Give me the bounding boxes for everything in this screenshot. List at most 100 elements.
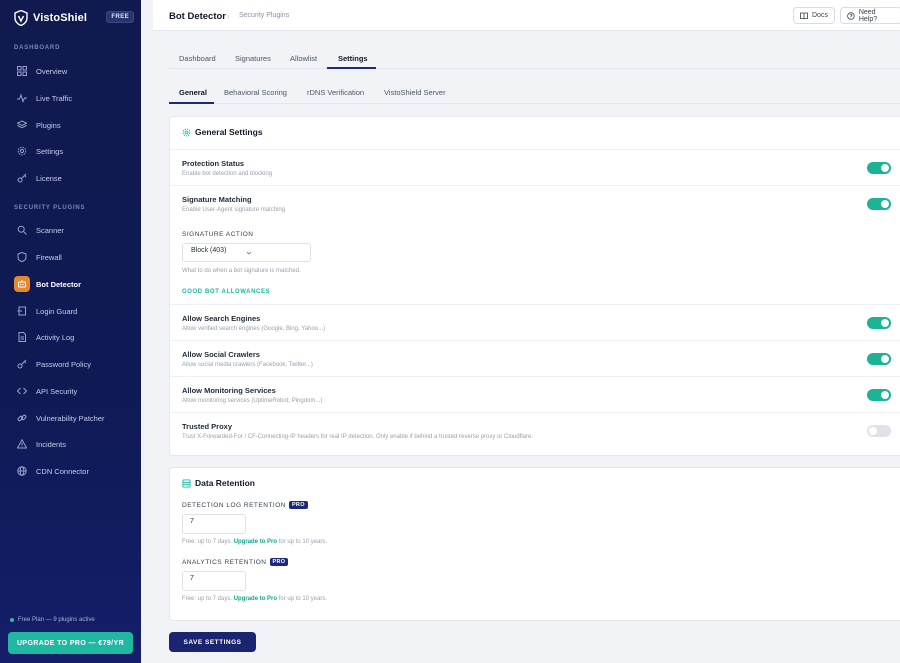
sidebar-item-login-guard[interactable]: Login Guard xyxy=(14,302,134,320)
pro-badge: PRO xyxy=(269,558,289,566)
tab-settings[interactable]: Settings xyxy=(338,54,368,63)
sidebar-item-overview[interactable]: Overview xyxy=(14,62,134,80)
docs-button[interactable]: Docs xyxy=(793,7,835,24)
general-settings-card: General Settings Protection Status Enabl… xyxy=(169,116,900,456)
plan-status-text: Free Plan — 9 plugins active xyxy=(18,617,95,623)
signature-matching-toggle[interactable] xyxy=(867,198,891,210)
setting-allow-social-crawlers: Allow Social Crawlers Allow social media… xyxy=(170,340,900,376)
signature-action-hint: What to do when a bot signature is match… xyxy=(182,268,301,274)
sidebar: VistoShiel FREE DASHBOARD Overview Live … xyxy=(0,0,141,663)
sidebar-item-live-traffic[interactable]: Live Traffic xyxy=(14,89,134,107)
sidebar-item-cdn-connector[interactable]: CDN Connector xyxy=(14,462,134,480)
subtab-behavioral-scoring[interactable]: Behavioral Scoring xyxy=(224,88,287,97)
setting-signature-matching: Signature Matching Enable User-Agent sig… xyxy=(170,185,900,221)
analytics-retention-label: ANALYTICS RETENTION PRO xyxy=(182,558,289,566)
search-icon xyxy=(14,222,30,238)
brand[interactable]: VistoShiel FREE xyxy=(14,9,134,27)
sidebar-item-firewall[interactable]: Firewall xyxy=(14,248,134,266)
sidebar-item-label: Password Policy xyxy=(36,359,92,369)
upgrade-link[interactable]: Upgrade to Pro xyxy=(234,539,277,545)
setting-label: Trusted Proxy xyxy=(182,422,233,431)
database-icon xyxy=(182,478,191,488)
data-retention-card: Data Retention DETECTION LOG RETENTION P… xyxy=(169,467,900,621)
card-title-text: General Settings xyxy=(195,127,263,137)
upgrade-button[interactable]: UPGRADE TO PRO — €79/YR xyxy=(8,632,133,654)
setting-description: Allow monitoring services (UptimeRobot, … xyxy=(182,398,323,404)
detection-retention-hint: Free: up to 7 days. Upgrade to Pro for u… xyxy=(182,539,327,545)
setting-trusted-proxy: Trusted Proxy Trust X-Forwarded-For / CF… xyxy=(170,412,900,456)
tab-dashboard[interactable]: Dashboard xyxy=(179,54,216,63)
sidebar-item-label: License xyxy=(36,173,62,183)
layers-icon xyxy=(14,117,30,133)
sidebar-item-label: Activity Log xyxy=(36,332,75,342)
help-circle-icon xyxy=(847,11,855,20)
grid-icon xyxy=(14,63,30,79)
plan-status: Free Plan — 9 plugins active xyxy=(10,617,95,623)
sidebar-item-incidents[interactable]: Incidents xyxy=(14,435,134,453)
setting-label: Allow Monitoring Services xyxy=(182,386,276,395)
sidebar-item-api-security[interactable]: API Security xyxy=(14,382,134,400)
tab-signatures[interactable]: Signatures xyxy=(235,54,271,63)
save-settings-button[interactable]: SAVE SETTINGS xyxy=(169,632,256,652)
allow-search-engines-toggle[interactable] xyxy=(867,317,891,329)
login-icon xyxy=(14,303,30,319)
sidebar-item-label: Bot Detector xyxy=(36,279,82,289)
active-subtab-indicator xyxy=(169,102,214,104)
gear-icon xyxy=(14,143,30,159)
detection-retention-label: DETECTION LOG RETENTION PRO xyxy=(182,501,308,509)
globe-icon xyxy=(14,463,30,479)
file-icon xyxy=(14,329,30,345)
upgrade-link[interactable]: Upgrade to Pro xyxy=(234,596,277,602)
sidebar-item-label: Live Traffic xyxy=(36,93,73,103)
sidebar-item-activity-log[interactable]: Activity Log xyxy=(14,328,134,346)
field-label-text: DETECTION LOG RETENTION xyxy=(182,501,286,509)
subtab-rdns-verification[interactable]: rDNS Verification xyxy=(307,88,364,97)
sidebar-item-label: Firewall xyxy=(36,252,62,262)
tab-allowlist[interactable]: Allowlist xyxy=(290,54,317,63)
chevron-down-icon xyxy=(246,251,252,255)
good-bot-heading: GOOD BOT ALLOWANCES xyxy=(182,289,271,295)
trusted-proxy-toggle[interactable] xyxy=(867,425,891,437)
subtab-general[interactable]: General xyxy=(179,88,207,97)
sidebar-item-password-policy[interactable]: Password Policy xyxy=(14,355,134,373)
sidebar-item-scanner[interactable]: Scanner xyxy=(14,221,134,239)
plan-badge: FREE xyxy=(106,11,134,23)
sidebar-item-label: Settings xyxy=(36,146,64,156)
breadcrumb[interactable]: Security Plugins xyxy=(239,12,289,19)
setting-label: Allow Social Crawlers xyxy=(182,350,260,359)
docs-label: Docs xyxy=(812,12,828,19)
help-button[interactable]: Need Help? xyxy=(840,7,900,24)
help-label: Need Help? xyxy=(858,8,878,23)
sidebar-item-plugins[interactable]: Plugins xyxy=(14,116,134,134)
sidebar-item-label: Plugins xyxy=(36,120,61,130)
top-header: Bot Detector › Security Plugins Docs Nee… xyxy=(153,0,900,31)
alert-icon xyxy=(14,436,30,452)
detection-retention-input[interactable]: 7 xyxy=(182,514,246,534)
sidebar-item-settings[interactable]: Settings xyxy=(14,142,134,160)
setting-allow-monitoring-services: Allow Monitoring Services Allow monitori… xyxy=(170,376,900,412)
protection-status-toggle[interactable] xyxy=(867,162,891,174)
setting-description: Trust X-Forwarded-For / CF-Connecting-IP… xyxy=(182,434,534,440)
subtab-vistoshield-server[interactable]: VistoShield Server xyxy=(384,88,446,97)
hint-suffix: for up to 10 years. xyxy=(278,539,328,545)
sidebar-item-license[interactable]: License xyxy=(14,169,134,187)
signature-action-select[interactable]: Block (403) xyxy=(182,243,311,262)
setting-allow-search-engines: Allow Search Engines Allow verified sear… xyxy=(170,304,900,340)
sidebar-item-vulnerability-patcher[interactable]: Vulnerability Patcher xyxy=(14,409,134,427)
hint-suffix: for up to 10 years. xyxy=(278,596,328,602)
field-label-text: ANALYTICS RETENTION xyxy=(182,558,267,566)
sidebar-item-bot-detector[interactable]: Bot Detector xyxy=(14,275,134,293)
brand-name: VistoShiel xyxy=(33,12,87,24)
allow-social-crawlers-toggle[interactable] xyxy=(867,353,891,365)
analytics-retention-input[interactable]: 7 xyxy=(182,571,246,591)
setting-description: Allow verified search engines (Google, B… xyxy=(182,326,326,332)
card-title: Data Retention xyxy=(182,478,255,488)
main-tabs: Dashboard Signatures Allowlist Settings xyxy=(169,46,900,69)
allow-monitoring-services-toggle[interactable] xyxy=(867,389,891,401)
sidebar-item-label: Vulnerability Patcher xyxy=(36,413,105,423)
setting-description: Allow social media crawlers (Facebook, T… xyxy=(182,362,313,368)
hint-text: Free: up to 7 days. xyxy=(182,596,233,602)
code-icon xyxy=(14,383,30,399)
setting-protection-status: Protection Status Enable bot detection a… xyxy=(170,149,900,185)
hint-text: Free: up to 7 days. xyxy=(182,539,233,545)
